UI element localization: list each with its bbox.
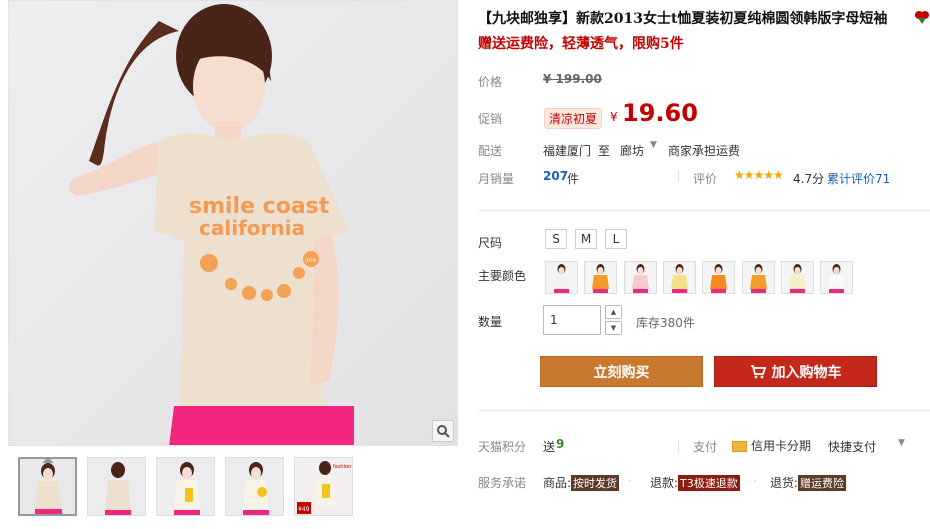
delivery-to-word: 至 xyxy=(598,144,611,158)
shipping-fee: 商家承担运费 xyxy=(668,144,741,158)
service-goods: 商品: 按时发货 xyxy=(543,474,620,491)
product-gallery: smile coast california one ¥49 fashion xyxy=(8,0,458,529)
service-label: 服务承诺 xyxy=(478,476,527,490)
color-swatch-6[interactable] xyxy=(741,261,775,294)
product-title: 【九块邮独享】新款2013女士t恤夏装初夏纯棉圆领韩版字母短袖 xyxy=(478,11,888,27)
color-swatch-3[interactable] xyxy=(623,261,657,294)
thumbnail-price: ¥49 xyxy=(298,506,310,513)
thumbnail-2[interactable] xyxy=(87,457,146,516)
delivery-from: 福建厦门 xyxy=(543,144,592,158)
zoom-icon[interactable] xyxy=(432,420,454,442)
monthly-sales-unit: 件 xyxy=(567,172,580,186)
monthly-sales-count: 207 xyxy=(543,169,569,183)
color-swatch-8[interactable] xyxy=(820,261,854,294)
credit-card-icon xyxy=(732,441,747,452)
promo-badge: 清凉初夏 xyxy=(544,108,603,129)
quantity-label: 数量 xyxy=(478,315,503,329)
product-subtitle: 赠送运费险，轻薄透气，限购5件 xyxy=(478,36,684,52)
original-price: ¥ 199.00 xyxy=(543,72,602,86)
color-swatch-2[interactable] xyxy=(584,261,618,294)
thumbnail-5[interactable]: ¥49 fashion xyxy=(294,457,353,516)
product-info: 【九块邮独享】新款2013女士t恤夏装初夏纯棉圆领韩版字母短袖 赠送运费险，轻薄… xyxy=(478,0,930,529)
payment-label: 支付 xyxy=(693,440,718,454)
quantity-increase-button[interactable]: ▲ xyxy=(605,305,622,319)
on-time-shipping-badge[interactable]: 按时发货 xyxy=(571,475,620,491)
color-swatch-5[interactable] xyxy=(702,261,736,294)
add-to-cart-button[interactable]: 加入购物车 xyxy=(714,356,877,387)
service-refund: 退款: T3极速退款 xyxy=(650,474,740,491)
currency-symbol: ¥ xyxy=(610,110,618,124)
color-swatch-7[interactable] xyxy=(780,261,814,294)
divider xyxy=(678,170,679,182)
quantity-input[interactable]: 1 xyxy=(543,305,601,335)
price-label: 价格 xyxy=(478,75,503,89)
delivery-destination[interactable]: 廊坊 xyxy=(620,142,644,159)
divider-dot: · xyxy=(753,474,757,488)
rating-score: 4.7分 xyxy=(793,172,825,186)
service-goods-label: 商品: xyxy=(543,476,572,490)
divider xyxy=(678,440,679,452)
thumbnail-4[interactable] xyxy=(225,457,284,516)
color-swatch-1[interactable] xyxy=(545,261,578,294)
chevron-down-icon[interactable]: ▼ xyxy=(650,140,657,150)
delivery-label: 配送 xyxy=(478,144,503,158)
points-value: 9 xyxy=(556,437,565,451)
shirt-badge-text: one xyxy=(305,257,316,264)
thumbnail-3[interactable] xyxy=(156,457,215,516)
cart-icon xyxy=(750,364,766,378)
credit-installment[interactable]: 信用卡分期 xyxy=(732,437,811,454)
promo-price: 19.60 xyxy=(622,99,698,127)
points-prefix: 送 xyxy=(543,440,556,454)
add-to-cart-label: 加入购物车 xyxy=(771,364,842,381)
fast-refund-badge[interactable]: T3极速退款 xyxy=(678,475,740,491)
size-option-l[interactable]: L xyxy=(605,229,627,249)
buy-now-button[interactable]: 立刻购买 xyxy=(540,356,703,387)
thumbnail-1[interactable] xyxy=(18,457,77,516)
main-product-image[interactable]: smile coast california one xyxy=(8,0,458,446)
rating-label: 评价 xyxy=(693,172,718,186)
thumbnail-strip: ¥49 fashion xyxy=(18,457,353,516)
divider-dot: · xyxy=(628,474,632,488)
size-option-s[interactable]: S xyxy=(545,229,567,249)
points-label: 天猫积分 xyxy=(478,440,527,454)
review-count-link[interactable]: 累计评价71 xyxy=(827,170,890,187)
quick-pay[interactable]: 快捷支付 xyxy=(828,438,876,455)
promo-label: 促销 xyxy=(478,112,503,126)
ribbon-icon xyxy=(914,9,930,25)
divider xyxy=(478,410,930,411)
thumbnail-caption: fashion xyxy=(333,464,351,470)
credit-installment-label: 信用卡分期 xyxy=(751,439,812,453)
buy-now-label: 立刻购买 xyxy=(593,364,650,381)
color-label: 主要颜色 xyxy=(478,269,527,283)
color-swatch-4[interactable] xyxy=(662,261,696,294)
shirt-print-line2: california xyxy=(199,216,305,240)
size-label: 尺码 xyxy=(478,236,503,250)
size-option-m[interactable]: M xyxy=(575,229,597,249)
model-photo: smile coast california one xyxy=(9,1,457,445)
service-return: 退货: 赠运费险 xyxy=(770,474,847,491)
chevron-down-icon[interactable]: ▼ xyxy=(898,438,905,448)
service-refund-label: 退款: xyxy=(650,476,679,490)
divider xyxy=(478,210,930,211)
rating-stars: ★★★★★ xyxy=(734,168,784,182)
quantity-decrease-button[interactable]: ▼ xyxy=(605,321,622,335)
stock-count: 库存380件 xyxy=(636,316,695,330)
shipping-insurance-badge[interactable]: 赠运费险 xyxy=(798,475,847,491)
service-return-label: 退货: xyxy=(770,476,799,490)
monthly-sales-label: 月销量 xyxy=(478,172,515,186)
